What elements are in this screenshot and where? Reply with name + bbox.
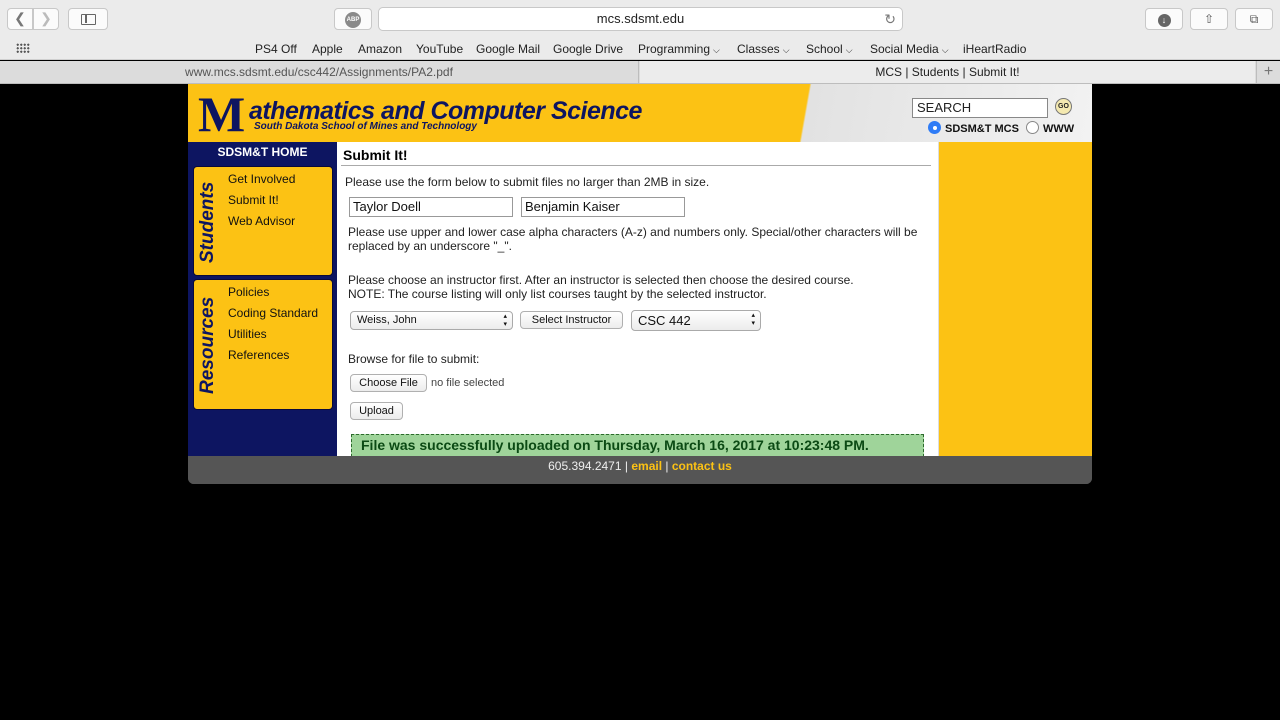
bookmarks-bar: PS4 Off Apple Amazon YouTube Google Mail… bbox=[0, 38, 1280, 60]
nav-link-policies[interactable]: Policies bbox=[228, 284, 318, 305]
instructor-select[interactable]: Weiss, John ▴ ▾ bbox=[350, 311, 513, 330]
nav-link-web-advisor[interactable]: Web Advisor bbox=[228, 213, 295, 234]
site-footer: 605.394.2471 | email | contact us bbox=[188, 456, 1092, 484]
nav-link-get-involved[interactable]: Get Involved bbox=[228, 171, 295, 192]
bookmark-item[interactable]: Google Drive bbox=[553, 42, 623, 56]
sidebar-toggle-button[interactable] bbox=[68, 8, 108, 30]
footer-separator: | bbox=[665, 459, 669, 473]
chevron-down-icon: ⌵ bbox=[845, 45, 853, 55]
chevron-down-icon: ⌵ bbox=[713, 45, 720, 55]
bookmark-item[interactable]: Apple bbox=[312, 42, 343, 56]
share-icon: ⇧ bbox=[1203, 12, 1215, 26]
title-divider bbox=[341, 165, 931, 166]
site-banner: M athematics and Computer Science South … bbox=[188, 84, 1092, 142]
download-icon: ↓ bbox=[1157, 14, 1171, 27]
tab-strip: www.mcs.sdsmt.edu/csc442/Assignments/PA2… bbox=[0, 61, 1280, 84]
upload-success-message: File was successfully uploaded on Thursd… bbox=[351, 434, 924, 456]
select-arrows-icon: ▴ ▾ bbox=[751, 312, 755, 327]
footer-separator: | bbox=[624, 459, 628, 473]
select-instructor-button[interactable]: Select Instructor bbox=[520, 311, 623, 329]
radio-unselected-icon bbox=[1026, 121, 1039, 134]
footer-contact-link[interactable]: contact us bbox=[672, 459, 732, 473]
choose-file-button[interactable]: Choose File bbox=[350, 374, 427, 392]
nav-link-submit-it[interactable]: Submit It! bbox=[228, 192, 295, 213]
tabs-icon: ⧉ bbox=[1249, 12, 1259, 26]
bookmark-folder[interactable]: School ⌵ bbox=[806, 42, 853, 56]
reload-icon[interactable]: ↻ bbox=[884, 8, 896, 30]
search-input[interactable]: SEARCH bbox=[912, 98, 1048, 118]
scope-option-www[interactable]: WWW bbox=[1026, 121, 1074, 135]
share-button[interactable]: ⇧ bbox=[1190, 8, 1228, 30]
bookmark-item[interactable]: PS4 Off bbox=[255, 42, 297, 56]
home-link[interactable]: SDSM&T HOME bbox=[188, 145, 337, 159]
search-go-button[interactable]: GO bbox=[1055, 98, 1072, 115]
resources-menu: Resources Policies Coding Standard Utili… bbox=[193, 279, 333, 410]
student-name-field-2[interactable]: Benjamin Kaiser bbox=[521, 197, 685, 217]
course-select[interactable]: CSC 442 ▴ ▾ bbox=[631, 310, 761, 331]
file-status-text: no file selected bbox=[431, 377, 505, 389]
radio-selected-icon bbox=[928, 121, 941, 134]
nav-link-utilities[interactable]: Utilities bbox=[228, 326, 318, 347]
instructor-instructions-text: Please choose an instructor first. After… bbox=[348, 273, 854, 287]
course-listing-note: NOTE: The course listing will only list … bbox=[348, 287, 767, 301]
left-navigation: SDSM&T HOME Students Get Involved Submit… bbox=[188, 142, 337, 456]
adblock-icon: ABP bbox=[345, 12, 361, 28]
bookmark-item[interactable]: YouTube bbox=[416, 42, 463, 56]
downloads-button[interactable]: ↓ bbox=[1145, 8, 1183, 30]
address-text: mcs.sdsmt.edu bbox=[596, 11, 685, 26]
size-limit-text: Please use the form below to submit file… bbox=[345, 175, 710, 189]
bookmark-folder[interactable]: Programming ⌵ bbox=[638, 42, 720, 56]
upload-button[interactable]: Upload bbox=[350, 402, 403, 420]
browser-toolbar: ❮ ❯ ABP mcs.sdsmt.edu ↻ ↓ ⇧ ⧉ bbox=[0, 0, 1280, 38]
footer-phone: 605.394.2471 bbox=[548, 459, 622, 473]
bookmark-folder[interactable]: Social Media ⌵ bbox=[870, 42, 949, 56]
show-tabs-button[interactable]: ⧉ bbox=[1235, 8, 1273, 30]
resources-heading: Resources bbox=[197, 296, 218, 395]
character-rules-text: Please use upper and lower case alpha ch… bbox=[348, 225, 918, 253]
adblock-button[interactable]: ABP bbox=[334, 8, 372, 30]
logo-letter: M bbox=[198, 86, 246, 142]
page-title: Submit It! bbox=[343, 147, 408, 163]
chevron-down-icon: ⌵ bbox=[941, 45, 949, 55]
sidebar-icon bbox=[81, 14, 96, 25]
select-arrows-icon: ▴ ▾ bbox=[503, 313, 507, 328]
bookmark-item[interactable]: iHeartRadio bbox=[963, 42, 1026, 56]
address-bar[interactable]: mcs.sdsmt.edu ↻ bbox=[378, 7, 903, 31]
students-menu: Students Get Involved Submit It! Web Adv… bbox=[193, 166, 333, 276]
browse-label: Browse for file to submit: bbox=[348, 352, 480, 366]
nav-link-references[interactable]: References bbox=[228, 347, 318, 368]
student-name-field-1[interactable]: Taylor Doell bbox=[349, 197, 513, 217]
footer-email-link[interactable]: email bbox=[631, 459, 662, 473]
chevron-down-icon: ⌵ bbox=[782, 45, 790, 55]
top-sites-grid-icon[interactable] bbox=[16, 43, 30, 53]
bookmark-item[interactable]: Google Mail bbox=[476, 42, 540, 56]
forward-button[interactable]: ❯ bbox=[33, 8, 59, 30]
back-button[interactable]: ❮ bbox=[7, 8, 33, 30]
right-column bbox=[938, 142, 1092, 456]
nav-link-coding-standard[interactable]: Coding Standard bbox=[228, 305, 318, 326]
tab-submit-it[interactable]: MCS | Students | Submit It! bbox=[640, 61, 1255, 83]
site-frame: M athematics and Computer Science South … bbox=[188, 84, 1092, 484]
tab-pdf[interactable]: www.mcs.sdsmt.edu/csc442/Assignments/PA2… bbox=[0, 61, 639, 83]
students-heading: Students bbox=[197, 181, 218, 263]
site-subtitle: South Dakota School of Mines and Technol… bbox=[254, 121, 477, 132]
new-tab-button[interactable]: + bbox=[1256, 61, 1280, 83]
bookmark-folder[interactable]: Classes ⌵ bbox=[737, 42, 790, 56]
main-content: Submit It! Please use the form below to … bbox=[337, 142, 938, 456]
bookmark-item[interactable]: Amazon bbox=[358, 42, 402, 56]
scope-option-mcs[interactable]: SDSM&T MCS bbox=[928, 121, 1019, 135]
